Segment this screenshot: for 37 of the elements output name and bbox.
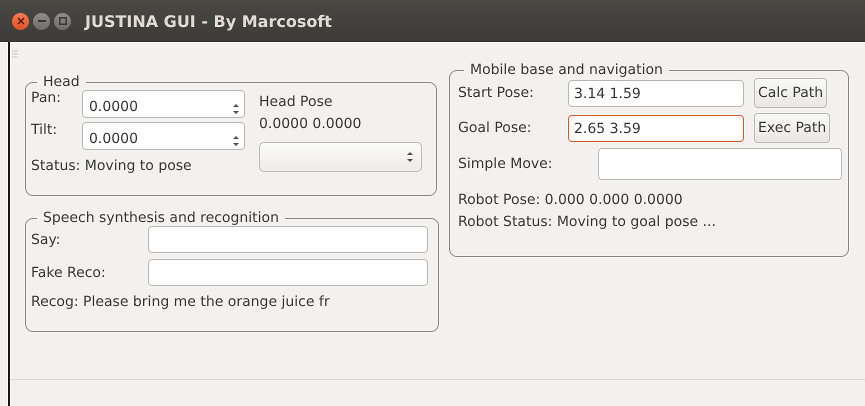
input-field[interactable] <box>598 148 842 180</box>
input-field[interactable] <box>148 259 428 286</box>
field-label: Say: <box>31 232 62 248</box>
grip-icon <box>12 50 18 58</box>
combo-box[interactable] <box>259 142 422 172</box>
robot-status-text: Robot Status: Moving to goal pose ... <box>458 214 717 230</box>
spin-box[interactable]: 0.0000 <box>82 122 245 150</box>
maximize-button[interactable] <box>54 12 71 30</box>
input-field[interactable]: 2.65 3.59 <box>568 114 744 142</box>
minimize-icon <box>38 20 46 22</box>
robot-pose-text: Robot Pose: 0.000 0.000 0.0000 <box>458 192 684 208</box>
field-label: Tilt: <box>31 122 58 138</box>
head-pose-label: Head Pose <box>259 94 334 110</box>
path-button[interactable]: Calc Path <box>754 78 828 108</box>
group-title: Mobile base and navigation <box>469 62 664 78</box>
close-button[interactable] <box>12 12 29 30</box>
input-field[interactable]: 3.14 1.59 <box>568 80 744 106</box>
spin-arrows-icon <box>233 103 239 115</box>
field-label: Pan: <box>31 90 62 106</box>
spin-arrows-icon <box>407 151 413 163</box>
field-label: Goal Pose: <box>458 120 532 136</box>
close-icon <box>16 17 24 25</box>
path-button[interactable]: Exec Path <box>754 113 830 143</box>
group-title: Head <box>42 74 81 90</box>
window-title: JUSTINA GUI - By Marcosoft <box>85 12 332 30</box>
status-text: Status: Moving to pose <box>31 158 193 174</box>
recognition-text: Recog: Please bring me the orange juice fr <box>31 294 331 310</box>
spin-arrows-icon <box>233 135 239 147</box>
field-label: Fake Reco: <box>31 264 107 280</box>
field-label: Start Pose: <box>458 85 535 101</box>
spin-box[interactable]: 0.0000 <box>82 90 245 118</box>
group-title: Speech synthesis and recognition <box>42 210 280 226</box>
maximize-icon <box>58 17 66 25</box>
field-label: Simple Move: <box>458 156 554 172</box>
head-pose-values: 0.0000 0.0000 <box>259 116 362 132</box>
minimize-button[interactable] <box>33 12 50 30</box>
input-field[interactable] <box>148 226 428 253</box>
